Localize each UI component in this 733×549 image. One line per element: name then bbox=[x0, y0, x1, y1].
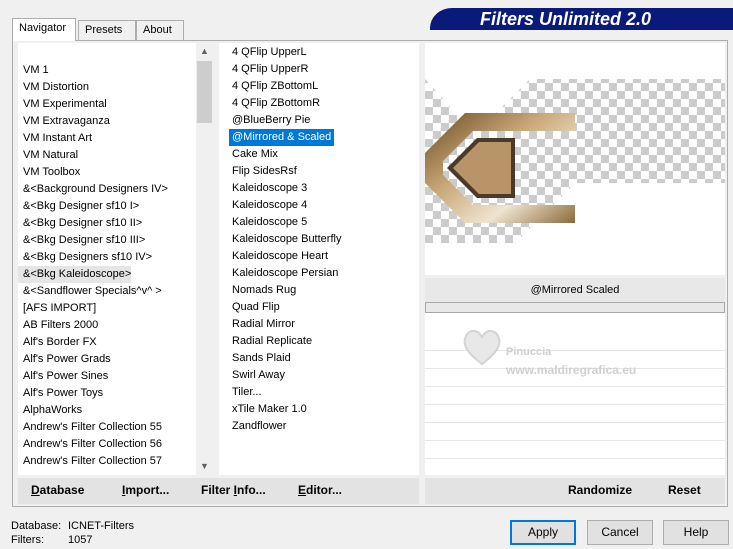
filter-list-item[interactable]: Kaleidoscope 3 bbox=[229, 180, 310, 197]
filter-list-item[interactable]: Cake Mix bbox=[229, 146, 281, 163]
filter-list-item[interactable]: Swirl Away bbox=[229, 367, 288, 384]
preview-image bbox=[425, 43, 725, 275]
param-divider bbox=[425, 404, 725, 405]
param-divider bbox=[425, 458, 725, 459]
database-status-value: ICNET-Filters bbox=[68, 520, 134, 532]
category-list-scrollbar[interactable]: ▲ ▼ bbox=[196, 43, 213, 475]
filter-preview bbox=[425, 43, 725, 275]
database-button[interactable]: Database bbox=[31, 483, 84, 497]
category-list[interactable]: VM 1 VM Distortion VM Experimental VM Extra… bbox=[18, 43, 213, 475]
filter-list-item[interactable]: Kaleidoscope Persian bbox=[229, 265, 341, 282]
category-list-item[interactable]: &<Bkg Designer sf10 III> bbox=[18, 232, 145, 249]
category-list-item[interactable]: &<Background Designers IV> bbox=[18, 181, 168, 198]
param-divider bbox=[425, 386, 725, 387]
param-divider bbox=[425, 440, 725, 441]
tab-about[interactable]: About bbox=[136, 20, 184, 40]
filter-list-item[interactable]: Sands Plaid bbox=[229, 350, 294, 367]
scroll-down-arrow-icon[interactable]: ▼ bbox=[196, 458, 213, 475]
filter-list-item[interactable]: Zandflower bbox=[229, 418, 289, 435]
filter-list-item[interactable]: 4 QFlip UpperL bbox=[229, 44, 310, 61]
selected-filter-name: @Mirrored Scaled bbox=[425, 278, 725, 302]
param-divider bbox=[425, 422, 725, 423]
category-list-item[interactable]: VM Toolbox bbox=[18, 164, 80, 181]
filter-list-item[interactable]: Radial Mirror bbox=[229, 316, 298, 333]
filter-list-item[interactable]: Kaleidoscope Heart bbox=[229, 248, 331, 265]
watermark-url: www.maldiregrafica.eu bbox=[506, 363, 637, 377]
filter-list-item[interactable]: Flip SidesRsf bbox=[229, 163, 300, 180]
scrollbar-thumb[interactable] bbox=[197, 61, 212, 123]
category-list-item[interactable]: Alf's Border FX bbox=[18, 334, 97, 351]
window-top-strip bbox=[0, 0, 430, 4]
import-button[interactable]: Import... bbox=[122, 483, 169, 497]
category-list-item[interactable]: &<Bkg Kaleidoscope> bbox=[18, 266, 132, 283]
editor-button[interactable]: Editor... bbox=[298, 483, 342, 497]
category-list-item[interactable]: VM 1 bbox=[18, 62, 49, 79]
category-list-item[interactable]: Andrew's Filter Collection 56 bbox=[18, 436, 162, 453]
filter-list-item[interactable]: 4 QFlip ZBottomL bbox=[229, 78, 321, 95]
filter-list-item[interactable]: Radial Replicate bbox=[229, 333, 315, 350]
filter-list-item[interactable]: Quad Flip bbox=[229, 299, 283, 316]
category-list-item[interactable]: AlphaWorks bbox=[18, 402, 82, 419]
category-list-item[interactable]: &<Sandflower Specials^v^ > bbox=[18, 283, 162, 300]
reset-button[interactable]: Reset bbox=[668, 483, 701, 497]
database-status-label: Database: bbox=[11, 520, 62, 532]
category-list-item[interactable]: Andrew's Filter Collection 55 bbox=[18, 419, 162, 436]
category-list-item[interactable]: Alf's Power Toys bbox=[18, 385, 103, 402]
help-button[interactable]: Help bbox=[663, 520, 729, 545]
tab-presets[interactable]: Presets bbox=[78, 20, 136, 40]
filters-count-value: 1057 bbox=[68, 534, 93, 546]
randomize-button[interactable]: Randomize bbox=[568, 483, 632, 497]
progress-bar bbox=[425, 302, 725, 313]
filter-list-item[interactable]: Kaleidoscope 5 bbox=[229, 214, 310, 231]
filter-list-item[interactable]: 4 QFlip UpperR bbox=[229, 61, 311, 78]
category-list-item[interactable]: Alf's Power Sines bbox=[18, 368, 108, 385]
filter-list[interactable]: 4 QFlip UpperL 4 QFlip UpperR 4 QFlip ZBot… bbox=[219, 43, 419, 475]
category-list-item[interactable]: AB Filters 2000 bbox=[18, 317, 98, 334]
tab-navigator[interactable]: Navigator bbox=[12, 18, 76, 41]
category-list-item[interactable]: VM Experimental bbox=[18, 96, 107, 113]
watermark-heart-icon bbox=[463, 330, 501, 366]
filter-list-item[interactable]: Nomads Rug bbox=[229, 282, 299, 299]
bottom-bar-left: Database Import... Filter Info... Editor… bbox=[18, 478, 419, 504]
category-list-item[interactable]: VM Instant Art bbox=[18, 130, 92, 147]
category-list-item[interactable]: VM Distortion bbox=[18, 79, 89, 96]
category-list-item[interactable]: [AFS IMPORT] bbox=[18, 300, 96, 317]
filter-list-item[interactable]: Kaleidoscope Butterfly bbox=[229, 231, 344, 248]
bottom-bar-right: Randomize Reset bbox=[425, 478, 725, 504]
filter-list-item[interactable]: Tiler... bbox=[229, 384, 265, 401]
watermark: Pinuccia www.maldiregrafica.eu bbox=[458, 322, 698, 382]
category-list-item[interactable]: VM Natural bbox=[18, 147, 78, 164]
category-list-item[interactable]: Alf's Power Grads bbox=[18, 351, 111, 368]
filter-info-button[interactable]: Filter Info... bbox=[201, 483, 266, 497]
category-list-item[interactable]: &<Bkg Designers sf10 IV> bbox=[18, 249, 152, 266]
category-list-item[interactable]: VM Extravaganza bbox=[18, 113, 110, 130]
apply-button[interactable]: Apply bbox=[510, 520, 576, 545]
filter-list-item[interactable]: @BlueBerry Pie bbox=[229, 112, 313, 129]
filters-count-label: Filters: bbox=[11, 534, 44, 546]
scroll-up-arrow-icon[interactable]: ▲ bbox=[196, 43, 213, 60]
filter-list-item[interactable]: xTile Maker 1.0 bbox=[229, 401, 310, 418]
filter-list-item[interactable]: @Mirrored & Scaled bbox=[227, 128, 336, 147]
category-list-item[interactable]: &<Bkg Designer sf10 II> bbox=[18, 215, 142, 232]
filter-list-item[interactable]: Kaleidoscope 4 bbox=[229, 197, 310, 214]
app-title-banner: Filters Unlimited 2.0 bbox=[430, 8, 733, 30]
filter-list-item[interactable]: 4 QFlip ZBottomR bbox=[229, 95, 323, 112]
cancel-button[interactable]: Cancel bbox=[587, 520, 653, 545]
category-list-item[interactable]: &<Bkg Designer sf10 I> bbox=[18, 198, 139, 215]
watermark-name: Pinuccia bbox=[506, 346, 552, 358]
category-list-item[interactable]: Andrew's Filter Collection 57 bbox=[18, 453, 162, 470]
